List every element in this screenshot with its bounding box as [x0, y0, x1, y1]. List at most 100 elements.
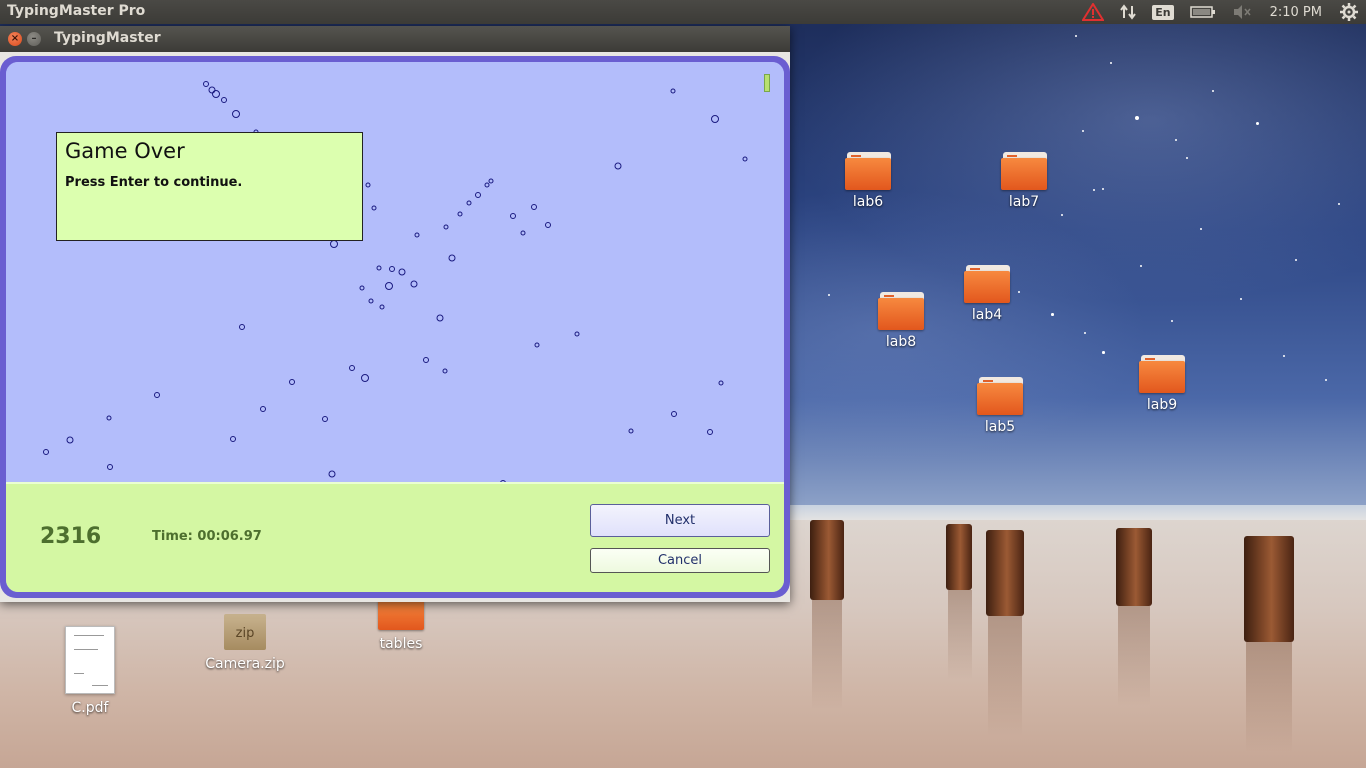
bubble [520, 230, 526, 236]
bubble [349, 365, 355, 371]
star [1082, 130, 1084, 132]
bubbles-layer [43, 81, 748, 482]
bubble [208, 86, 216, 94]
game-frame: Game Over Press Enter to continue. 2316 … [0, 56, 790, 598]
desktop-folder-lab5[interactable]: lab5 [955, 377, 1045, 435]
bubble [232, 110, 240, 118]
bubble [328, 470, 336, 478]
score-value: 2316 [40, 524, 102, 549]
language-label: En [1152, 4, 1174, 20]
minimize-icon: – [31, 33, 37, 44]
bubble [443, 224, 449, 230]
wooden-post [946, 524, 972, 590]
bubble [457, 211, 463, 217]
cancel-button[interactable]: Cancel [590, 548, 770, 573]
bubble [260, 406, 266, 412]
star [1283, 355, 1285, 357]
wooden-post [810, 520, 844, 600]
bubble [442, 368, 448, 374]
network-transfer-icon[interactable] [1120, 4, 1137, 20]
folder-icon [845, 152, 891, 190]
zip-icon-text: zip [235, 626, 255, 641]
bubble [410, 280, 418, 288]
star [1140, 265, 1142, 267]
system-tray: En 2:10 PM [1074, 0, 1366, 24]
file-label: C.pdf [71, 700, 109, 716]
star [1075, 35, 1077, 37]
game-playfield: Game Over Press Enter to continue. [6, 62, 784, 482]
bubble [671, 411, 677, 417]
bubble [670, 88, 676, 94]
desktop-file-c-pdf[interactable]: C.pdf [45, 626, 135, 716]
folder-label: lab8 [885, 334, 917, 350]
bubble [359, 285, 365, 291]
desktop-folder-lab7[interactable]: lab7 [979, 152, 1069, 210]
bubble [448, 254, 456, 262]
close-window-button[interactable]: × [8, 32, 22, 46]
close-icon: × [10, 33, 20, 44]
bubble [230, 436, 236, 442]
star [1338, 203, 1340, 205]
folder-icon [964, 265, 1010, 303]
typingmaster-window: × – TypingMaster Game Over Press Enter t… [0, 26, 790, 602]
bubble [330, 240, 338, 248]
bubble [289, 379, 295, 385]
bubble [389, 266, 395, 272]
warning-icon[interactable] [1082, 3, 1105, 21]
desktop-folder-tables[interactable]: tables [356, 600, 446, 652]
post-reflection [988, 616, 1022, 736]
volume-muted-icon[interactable] [1232, 4, 1252, 20]
star [828, 294, 830, 296]
desktop-folder-lab9[interactable]: lab9 [1117, 355, 1207, 413]
bubble [398, 268, 406, 276]
bubble [475, 192, 481, 198]
dialog-title: Game Over [65, 139, 185, 163]
bubble [718, 380, 724, 386]
folder-icon [1001, 152, 1047, 190]
minimize-window-button[interactable]: – [27, 32, 41, 46]
dialog-message: Press Enter to continue. [65, 175, 243, 190]
star [1325, 379, 1327, 381]
active-app-name: TypingMaster Pro [7, 3, 146, 19]
star [1175, 139, 1177, 141]
star [1061, 214, 1063, 216]
keyboard-language-indicator[interactable]: En [1152, 4, 1174, 20]
next-button[interactable]: Next [590, 504, 770, 537]
bubble [510, 213, 516, 219]
desktop-folder-lab8[interactable]: lab8 [856, 292, 946, 350]
bubble [484, 182, 490, 188]
folder-label: lab4 [971, 307, 1003, 323]
bubble [414, 232, 420, 238]
elapsed-time: Time: 00:06.97 [152, 529, 262, 544]
bubble [239, 324, 245, 330]
bubble [154, 392, 160, 398]
post-reflection [948, 590, 972, 680]
bubble [379, 304, 385, 310]
star [1110, 62, 1112, 64]
bubble [376, 265, 382, 271]
bubble [43, 449, 49, 455]
wooden-post [986, 530, 1024, 616]
settings-gear-icon[interactable] [1340, 3, 1358, 21]
window-titlebar[interactable]: × – TypingMaster [0, 26, 790, 52]
post-reflection [1246, 642, 1292, 752]
level-indicator [764, 74, 770, 92]
bubble [531, 204, 537, 210]
desktop-file-camera-zip[interactable]: zip Camera.zip [200, 614, 290, 672]
star [1084, 332, 1086, 334]
battery-icon[interactable] [1189, 5, 1216, 19]
folder-icon [977, 377, 1023, 415]
bubble [365, 182, 371, 188]
star [1093, 189, 1095, 191]
desktop-folder-lab6[interactable]: lab6 [823, 152, 913, 210]
window-title: TypingMaster [54, 30, 161, 46]
folder-label: tables [379, 636, 423, 652]
folder-label: lab5 [984, 419, 1016, 435]
pdf-document-icon [65, 626, 115, 694]
bubble [322, 416, 328, 422]
post-reflection [1118, 606, 1150, 706]
zip-archive-icon: zip [224, 614, 266, 650]
desktop-folder-lab4[interactable]: lab4 [942, 265, 1032, 323]
clock[interactable]: 2:10 PM [1270, 5, 1322, 20]
star [1102, 351, 1105, 354]
